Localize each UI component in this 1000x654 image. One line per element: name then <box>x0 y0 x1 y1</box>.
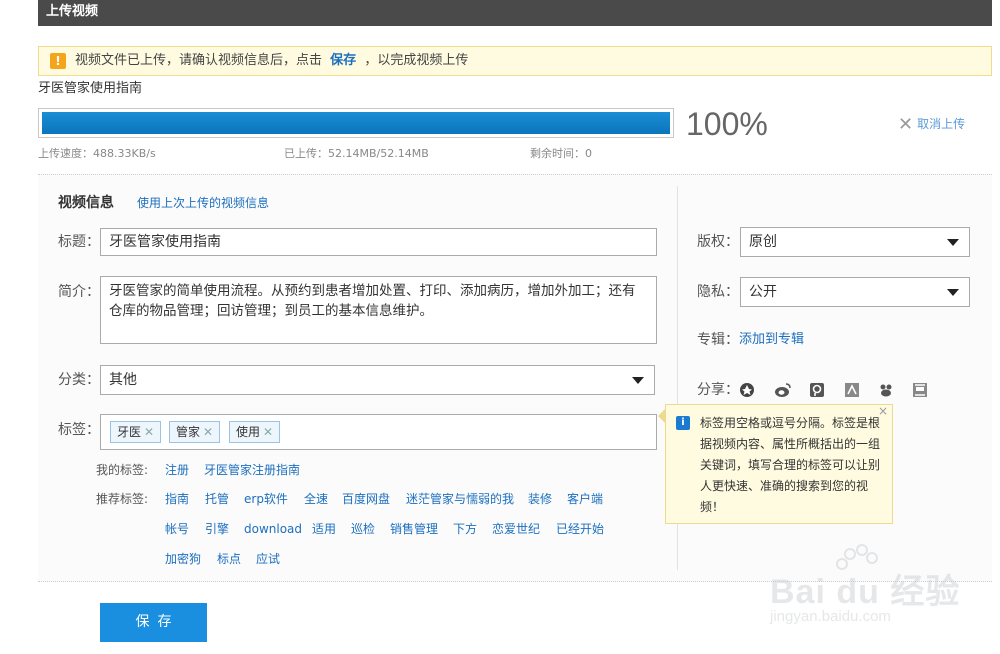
qzone-icon[interactable] <box>738 382 756 400</box>
recommended-tag-link[interactable]: 标点 <box>217 551 241 567</box>
notice-text-after: ，以完成视频上传 <box>364 53 469 68</box>
chevron-down-icon <box>947 239 959 246</box>
tooltip-close-icon[interactable]: × <box>878 404 888 418</box>
copyright-select[interactable]: 原创 <box>740 227 970 257</box>
save-button[interactable]: 保存 <box>100 603 207 642</box>
douban-icon[interactable] <box>911 382 929 400</box>
page-title: 上传视频 <box>46 4 99 19</box>
recommended-tag-link[interactable]: 全速 <box>304 491 328 507</box>
recommended-tag-link[interactable]: 帐号 <box>165 521 189 537</box>
recommended-tag-link[interactable]: 百度网盘 <box>342 491 390 507</box>
recommended-tag-link[interactable]: 适用 <box>312 521 336 537</box>
recommended-tag-link[interactable]: 加密狗 <box>165 551 201 567</box>
upload-notice: ! 视频文件已上传，请确认视频信息后，点击 保存 ，以完成视频上传 <box>38 46 992 76</box>
reuse-last-info-link[interactable]: 使用上次上传的视频信息 <box>137 195 269 211</box>
recommended-tag-link[interactable]: 托管 <box>205 491 229 507</box>
my-tags-label: 我的标签: <box>96 463 149 477</box>
tag-chip-label: 使用 <box>236 425 261 439</box>
remaining-time: 剩余时间：0 <box>530 147 592 160</box>
title-input[interactable]: 牙医管家使用指南 <box>100 228 657 256</box>
tag-chip[interactable]: 牙医 ✕ <box>110 421 162 443</box>
tags-label: 标签： <box>58 422 100 438</box>
album-label: 专辑： <box>697 332 739 348</box>
recommended-tag-link[interactable]: 引擎 <box>205 521 229 537</box>
tag-chip-label: 牙医 <box>117 425 142 439</box>
description-textarea[interactable]: 牙医管家的简单使用流程。从预约到患者增加处置、打印、添加病历，增加外加工；还有仓… <box>100 276 657 344</box>
watermark-sub: jingyan.baidu.com <box>770 608 891 625</box>
remove-tag-icon[interactable]: ✕ <box>263 425 273 439</box>
upload-progress-fill <box>42 112 670 134</box>
privacy-select[interactable]: 公开 <box>740 277 970 307</box>
remove-tag-icon[interactable]: ✕ <box>144 425 154 439</box>
recommended-tag-link[interactable]: 应试 <box>256 551 280 567</box>
remove-tag-icon[interactable]: ✕ <box>203 425 213 439</box>
baidu-jingyan-watermark: Bai du 经验 jingyan.baidu.com <box>770 544 970 638</box>
kaixin-icon[interactable] <box>877 382 895 400</box>
category-label: 分类： <box>58 372 100 388</box>
copyright-value: 原创 <box>749 234 777 250</box>
warning-icon: ! <box>50 53 66 69</box>
chevron-down-icon <box>632 377 644 384</box>
close-icon: ✕ <box>898 113 914 135</box>
recommended-tag-link[interactable]: 指南 <box>165 491 189 507</box>
upload-filename: 牙医管家使用指南 <box>38 81 143 96</box>
recommended-tag-link[interactable]: 装修 <box>528 491 552 507</box>
tencent-weibo-icon[interactable] <box>808 382 826 400</box>
recommended-tag-link[interactable]: 巡检 <box>351 521 375 537</box>
copyright-label: 版权： <box>697 234 739 250</box>
uploaded-size: 已上传：52.14MB/52.14MB <box>284 147 429 160</box>
add-to-album-link[interactable]: 添加到专辑 <box>739 330 804 350</box>
recommended-tag-link[interactable]: 恋爱世纪 <box>492 521 540 537</box>
chevron-down-icon <box>947 289 959 296</box>
recommended-tag-link[interactable]: 销售管理 <box>390 521 438 537</box>
tooltip-text: 标签用空格或逗号分隔。标签是根据视频内容、属性所概括出的一组关键词，填写合理的标… <box>700 416 881 514</box>
share-label: 分享： <box>697 382 739 398</box>
recommended-tag-link[interactable]: download <box>244 521 302 537</box>
recommended-tag-link[interactable]: 已经开始 <box>556 521 604 537</box>
page-header: 上传视频 <box>38 0 992 26</box>
my-tag-link[interactable]: 牙医管家注册指南 <box>204 462 300 478</box>
upload-percent: 100% <box>686 106 768 142</box>
category-value: 其他 <box>109 372 137 388</box>
tag-chip[interactable]: 使用 ✕ <box>229 421 281 443</box>
watermark-main: Bai du 经验 <box>770 573 961 611</box>
cancel-upload-button[interactable]: ✕ 取消上传 <box>898 114 965 135</box>
description-label: 简介： <box>58 284 100 300</box>
recommended-tag-link[interactable]: 下方 <box>453 521 477 537</box>
recommended-tag-link[interactable]: 客户端 <box>567 491 603 507</box>
recommended-tags-label: 推荐标签: <box>96 492 149 506</box>
privacy-label: 隐私： <box>697 284 739 300</box>
notice-save-word: 保存 <box>330 53 357 68</box>
tag-chip-label: 管家 <box>176 425 201 439</box>
video-info-title: 视频信息 <box>58 195 114 211</box>
title-label: 标题： <box>58 234 100 250</box>
weibo-icon[interactable] <box>774 382 792 400</box>
info-icon: i <box>676 416 690 430</box>
renren-icon[interactable] <box>843 382 861 400</box>
category-select[interactable]: 其他 <box>100 365 655 395</box>
my-tag-link[interactable]: 注册 <box>165 462 189 478</box>
notice-text-before: 视频文件已上传，请确认视频信息后，点击 <box>75 53 323 68</box>
recommended-tag-link[interactable]: erp软件 <box>244 491 288 507</box>
privacy-value: 公开 <box>749 284 777 300</box>
upload-progress-bar <box>38 108 674 138</box>
recommended-tag-link[interactable]: 迷茫管家与懦弱的我 <box>406 491 514 507</box>
tag-chip[interactable]: 管家 ✕ <box>169 421 221 443</box>
cancel-upload-label: 取消上传 <box>917 117 966 131</box>
upload-speed: 上传速度：488.33KB/s <box>38 147 156 160</box>
